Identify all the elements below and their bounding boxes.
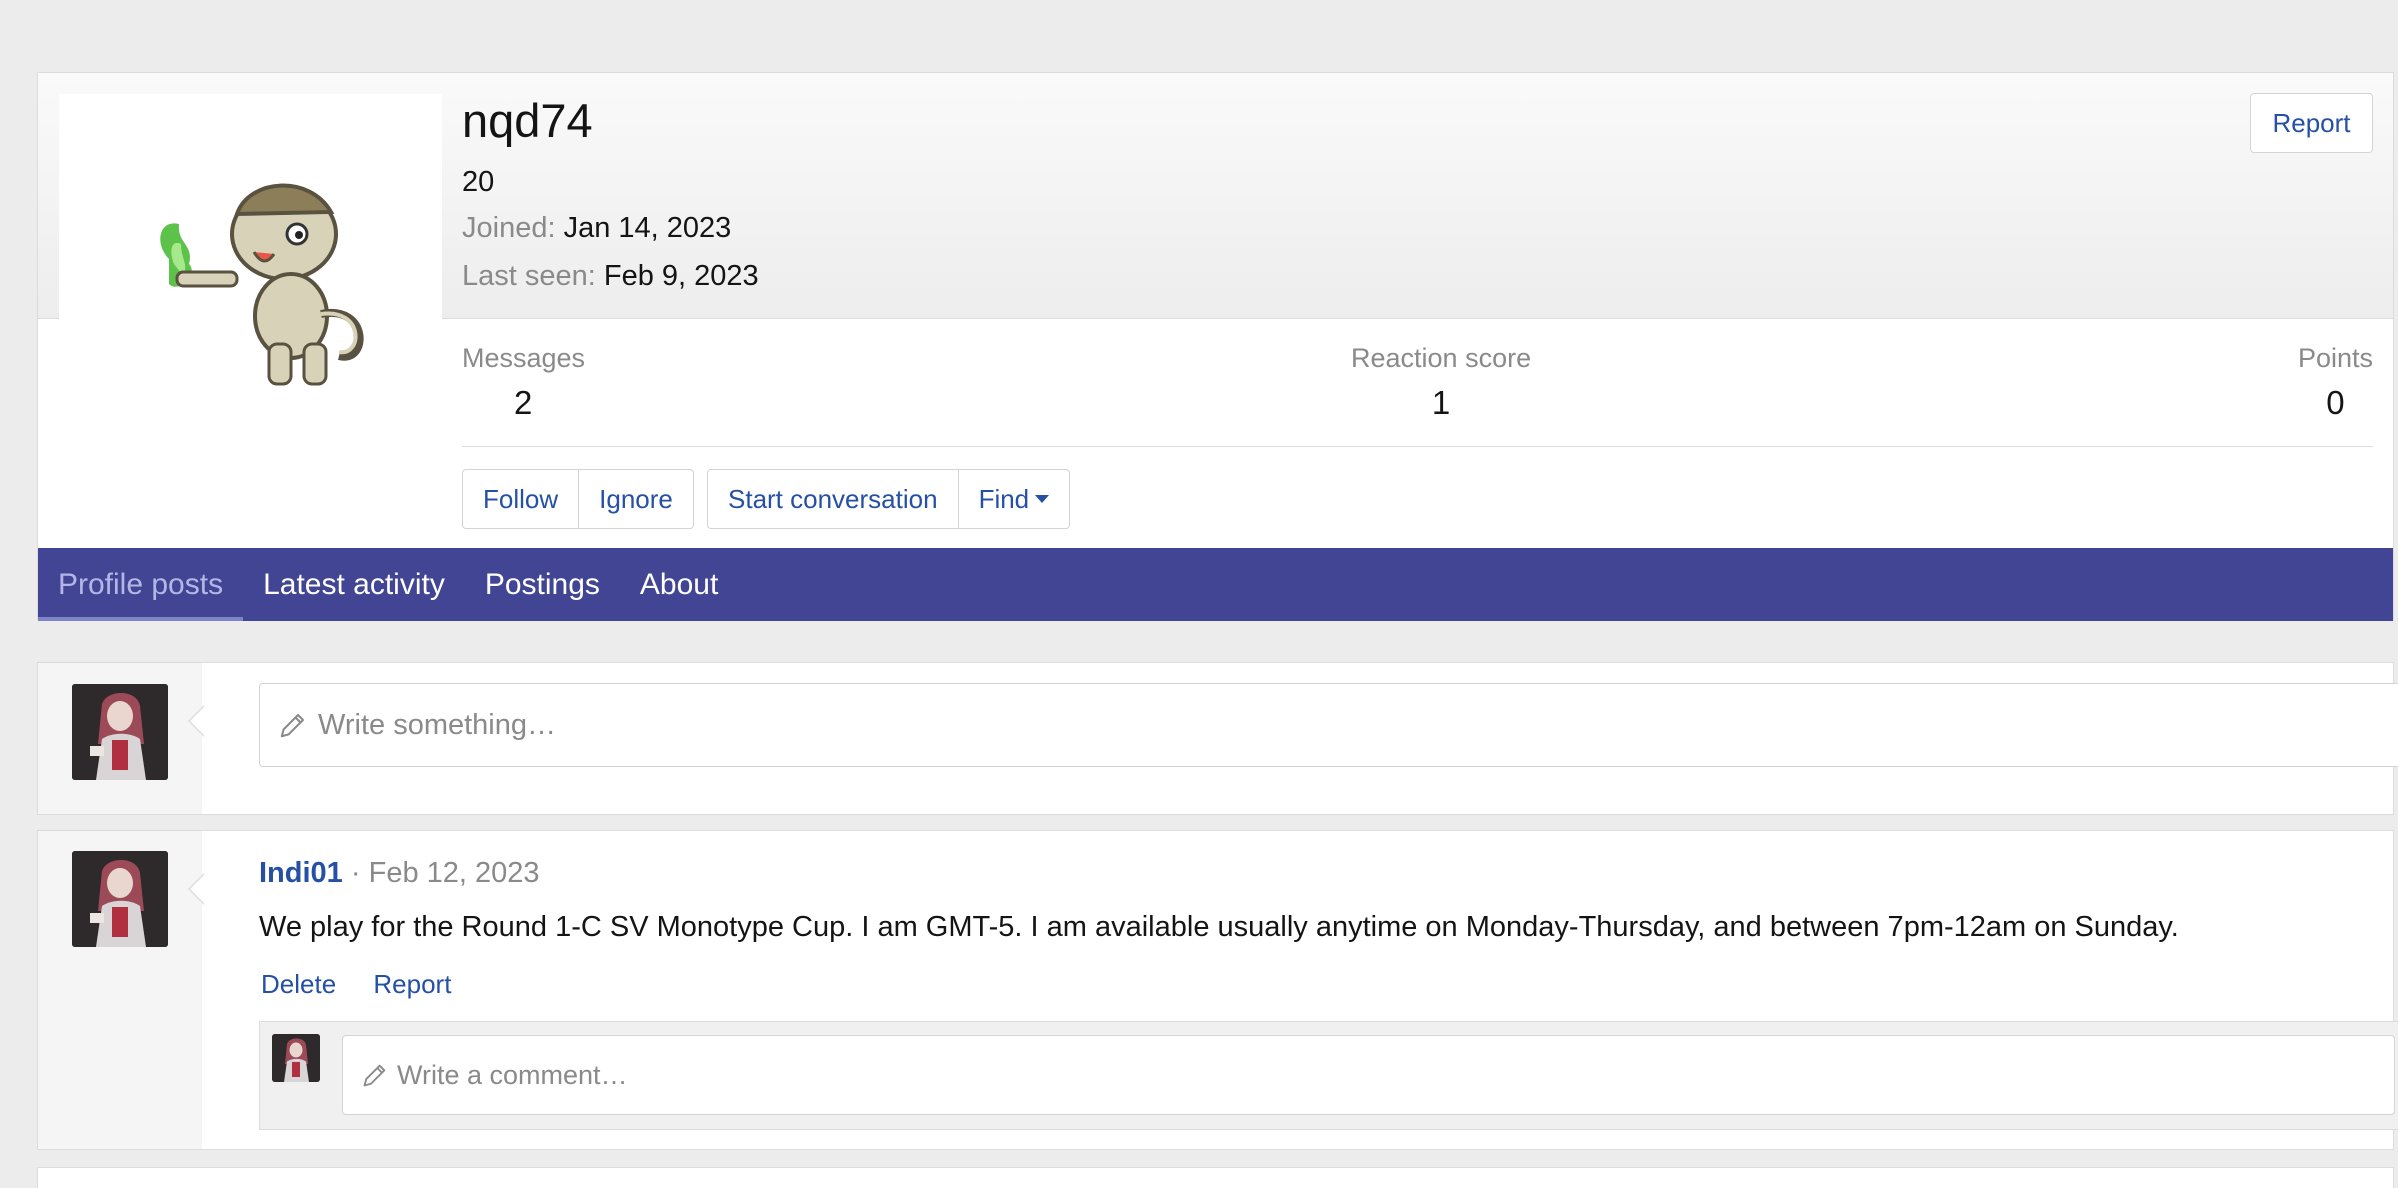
avatar-image bbox=[72, 684, 168, 780]
member-profile-card: nqd74 20 Joined: Jan 14, 2023 Last seen:… bbox=[37, 72, 2394, 621]
stat-label: Reaction score bbox=[1351, 343, 1532, 373]
post-actions: Delete Report bbox=[261, 969, 451, 1000]
avatar-image bbox=[272, 1034, 320, 1082]
tab-profile-posts[interactable]: Profile posts bbox=[38, 548, 244, 621]
stat-label: Messages bbox=[462, 343, 586, 373]
tab-latest-activity[interactable]: Latest activity bbox=[243, 548, 465, 621]
comment-area: Write a comment… bbox=[259, 1021, 2398, 1130]
last-seen-label: Last seen: bbox=[462, 260, 596, 292]
pencil-icon bbox=[280, 714, 304, 738]
composer-pointer bbox=[188, 705, 205, 737]
follow-button[interactable]: Follow bbox=[463, 470, 580, 528]
report-post-link[interactable]: Report bbox=[373, 969, 451, 999]
stats-divider bbox=[462, 446, 2373, 447]
tab-about[interactable]: About bbox=[620, 548, 738, 621]
next-profile-post bbox=[37, 1167, 2394, 1188]
meta-separator: · bbox=[350, 857, 361, 889]
stat-value: 1 bbox=[1431, 384, 1451, 421]
joined-line: Joined: Jan 14, 2023 bbox=[462, 212, 731, 245]
stat-messages[interactable]: Messages 2 bbox=[462, 343, 585, 422]
post-pointer bbox=[188, 873, 205, 905]
my-avatar-small[interactable] bbox=[272, 1034, 320, 1082]
follow-ignore-group: Follow Ignore bbox=[462, 469, 694, 529]
joined-value: Jan 14, 2023 bbox=[563, 212, 732, 244]
profile-username: nqd74 bbox=[462, 94, 593, 147]
my-avatar[interactable] bbox=[72, 684, 168, 780]
find-menu-button[interactable]: Find bbox=[959, 470, 1070, 528]
profile-tabs: Profile posts Latest activity Postings A… bbox=[38, 548, 2393, 621]
write-comment-input[interactable]: Write a comment… bbox=[342, 1035, 2395, 1115]
post-meta: Indi01 · Feb 12, 2023 bbox=[259, 857, 540, 890]
user-title: 20 bbox=[462, 166, 495, 198]
stat-points[interactable]: Points 0 bbox=[2298, 343, 2373, 422]
find-label: Find bbox=[978, 483, 1030, 514]
pencil-icon bbox=[363, 1064, 386, 1087]
profile-avatar[interactable] bbox=[59, 94, 442, 477]
delete-post-link[interactable]: Delete bbox=[261, 969, 336, 999]
last-seen-value[interactable]: Feb 9, 2023 bbox=[604, 260, 759, 292]
write-something-placeholder: Write something… bbox=[318, 708, 556, 741]
stat-reaction-score[interactable]: Reaction score 1 bbox=[1351, 343, 1531, 422]
stat-value: 2 bbox=[514, 384, 533, 421]
profile-post: Indi01 · Feb 12, 2023 We play for the Ro… bbox=[37, 830, 2398, 1150]
chevron-down-icon bbox=[1035, 495, 1050, 503]
avatar-image bbox=[72, 851, 168, 947]
start-conversation-button[interactable]: Start conversation bbox=[708, 470, 959, 528]
conversation-find-group: Start conversation Find bbox=[707, 469, 1071, 529]
post-author-avatar[interactable] bbox=[72, 851, 168, 947]
post-author-link[interactable]: Indi01 bbox=[259, 857, 343, 889]
ignore-button[interactable]: Ignore bbox=[579, 470, 693, 528]
stat-value: 0 bbox=[2326, 384, 2345, 421]
stat-label: Points bbox=[2297, 343, 2373, 373]
tab-postings[interactable]: Postings bbox=[465, 548, 620, 621]
last-seen-line: Last seen: Feb 9, 2023 bbox=[462, 260, 759, 293]
post-body: We play for the Round 1-C SV Monotype Cu… bbox=[259, 911, 2179, 943]
write-comment-placeholder: Write a comment… bbox=[397, 1059, 628, 1090]
avatar-image bbox=[59, 94, 442, 477]
profile-post-composer: Write something… bbox=[37, 662, 2398, 815]
post-date-link[interactable]: Feb 12, 2023 bbox=[369, 857, 540, 889]
joined-label: Joined: bbox=[462, 212, 556, 244]
write-something-input[interactable]: Write something… bbox=[259, 683, 2398, 767]
report-profile-button[interactable]: Report bbox=[2250, 93, 2373, 153]
